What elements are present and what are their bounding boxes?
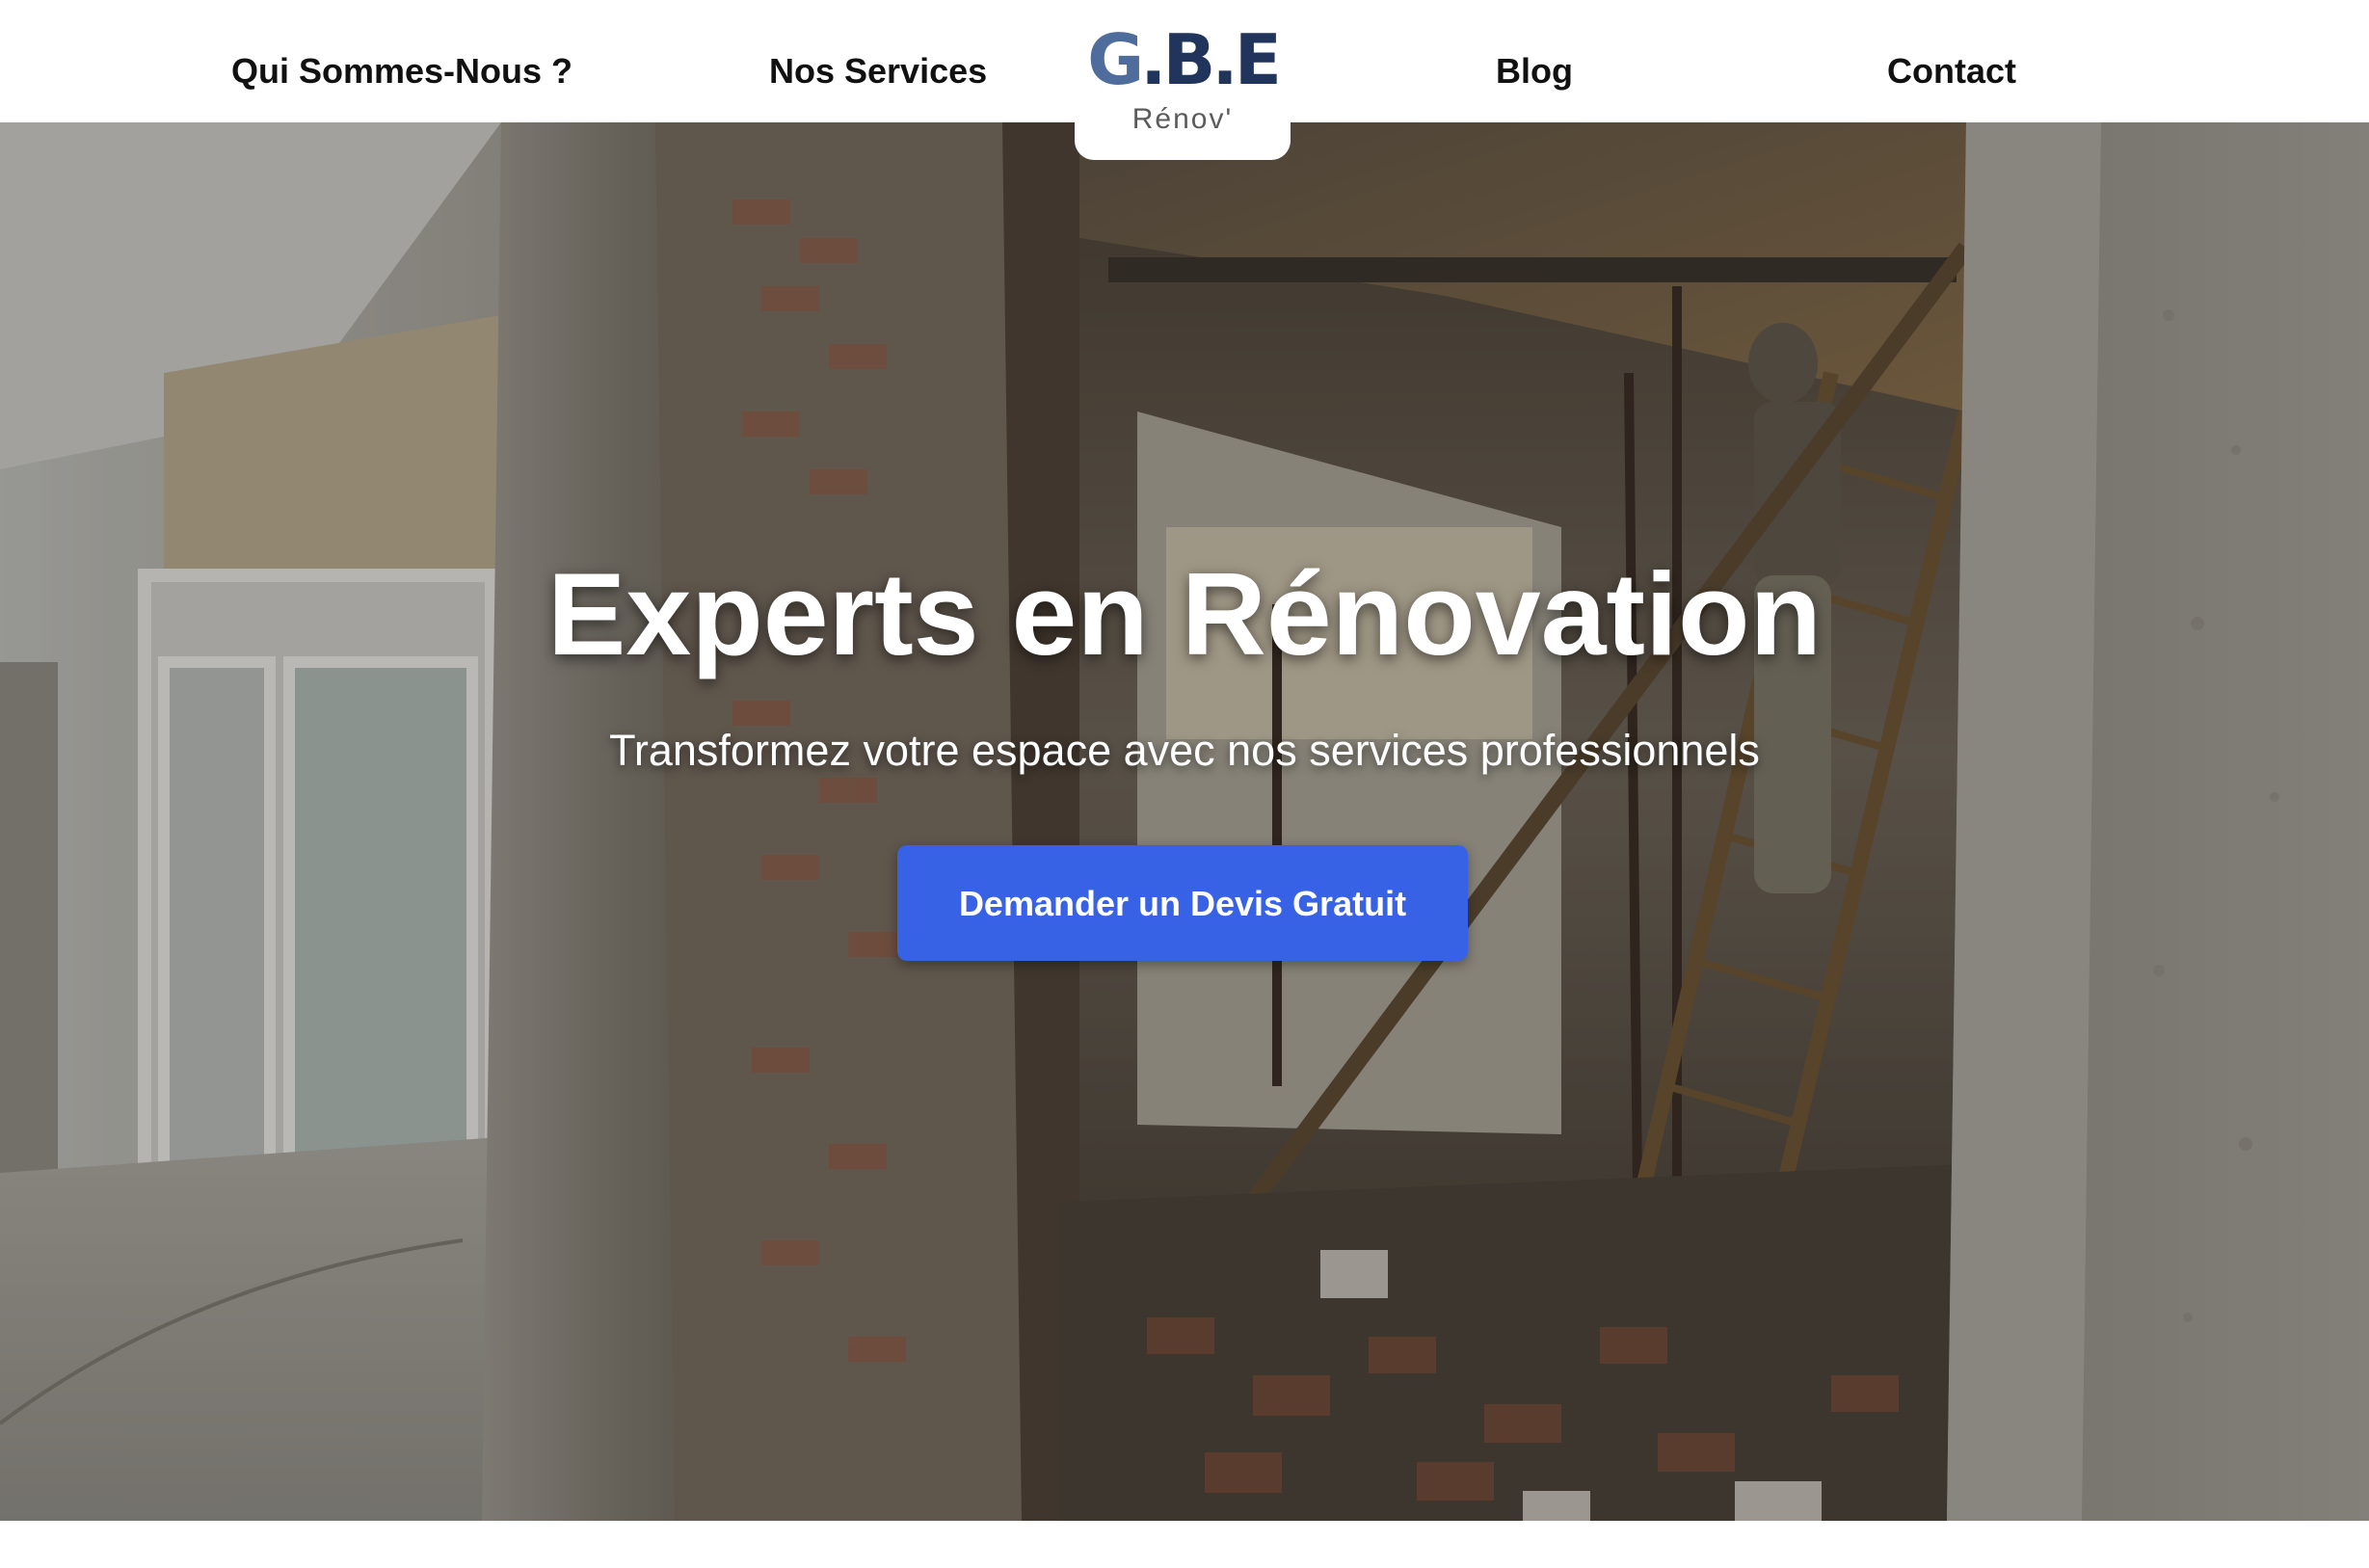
hero-overlay xyxy=(0,122,2369,1521)
logo-link[interactable]: G.B.E Rénov' xyxy=(1075,0,1291,160)
nav-link-services[interactable]: Nos Services xyxy=(769,46,987,96)
logo-mark: G.B.E xyxy=(1087,19,1282,100)
nav-link-contact[interactable]: Contact xyxy=(1887,46,2016,96)
request-quote-button[interactable]: Demander un Devis Gratuit xyxy=(897,845,1468,961)
nav-link-about[interactable]: Qui Sommes-Nous ? xyxy=(231,46,572,96)
logo-subtitle: Rénov' xyxy=(1131,103,1234,135)
nav-link-blog[interactable]: Blog xyxy=(1496,46,1573,96)
hero-section: Experts en Rénovation Transformez votre … xyxy=(0,122,2369,1521)
hero-title: Experts en Rénovation xyxy=(547,548,1822,679)
hero-subtitle: Transformez votre espace avec nos servic… xyxy=(609,726,1760,775)
